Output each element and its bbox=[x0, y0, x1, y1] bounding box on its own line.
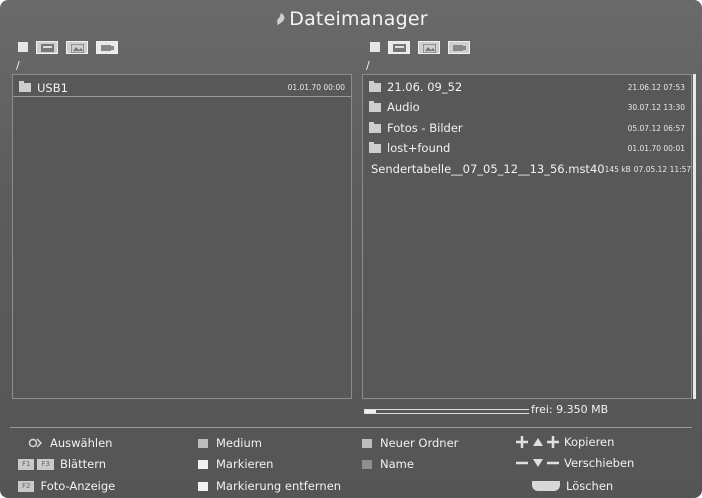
right-media-button-1[interactable] bbox=[388, 40, 410, 54]
right-media-toolbar bbox=[370, 40, 470, 54]
list-item[interactable]: Fotos - Bilder 05.07.12 06:57 bbox=[363, 119, 691, 137]
usb-icon bbox=[453, 44, 466, 51]
legend-markieren-label: Markieren bbox=[216, 457, 274, 471]
left-path: / bbox=[16, 59, 20, 72]
legend-kopieren: Kopieren bbox=[516, 435, 614, 449]
left-file-pane[interactable]: USB1 01.01.70 00:00 bbox=[12, 74, 352, 399]
folder-icon bbox=[369, 100, 381, 112]
left-media-button-1[interactable] bbox=[36, 40, 58, 54]
right-pane-scrollbar[interactable] bbox=[693, 74, 696, 399]
list-item[interactable]: Sendertabelle__07_05_12__13_56.mst40 145… bbox=[363, 160, 691, 178]
folder-icon bbox=[369, 80, 381, 92]
left-media-button-3[interactable] bbox=[96, 40, 118, 54]
hdd-icon bbox=[393, 43, 406, 52]
folder-icon bbox=[369, 141, 381, 153]
ok-key-icon bbox=[28, 438, 42, 448]
f1-key: F1 bbox=[18, 458, 35, 470]
item-date: 05.07.12 06:57 bbox=[627, 123, 685, 133]
legend-medium-label: Medium bbox=[216, 436, 262, 450]
left-media-button-2[interactable] bbox=[66, 40, 88, 54]
item-name: Fotos - Bilder bbox=[387, 121, 463, 135]
free-space-label: frei: 9.350 MB bbox=[531, 403, 609, 416]
white-key-icon bbox=[198, 481, 208, 491]
folder-icon bbox=[369, 121, 381, 133]
legend-blaettern: F1 F3 Blättern bbox=[18, 457, 106, 471]
right-file-pane[interactable]: 21.06. 09_52 21.06.12 07:53 Audio 30.07.… bbox=[362, 74, 692, 399]
legend-verschieben-label: Verschieben bbox=[564, 456, 635, 470]
plus-up-plus-icon bbox=[516, 436, 559, 448]
disk-usage-fill bbox=[365, 410, 377, 413]
disk-usage-bar bbox=[364, 409, 529, 414]
legend-neuer-ordner: Neuer Ordner bbox=[362, 436, 458, 450]
hdd-icon bbox=[41, 43, 54, 52]
left-media-toolbar bbox=[18, 40, 118, 54]
right-media-button-3[interactable] bbox=[448, 40, 470, 54]
item-name: Audio bbox=[387, 100, 420, 114]
item-date: 01.01.70 00:00 bbox=[287, 83, 345, 92]
item-date: 30.07.12 13:30 bbox=[627, 102, 685, 112]
right-media-button-2[interactable] bbox=[418, 40, 440, 54]
list-item[interactable]: lost+found 01.01.70 00:01 bbox=[363, 139, 691, 157]
picture-icon bbox=[423, 43, 436, 53]
legend-foto: F2 Foto-Anzeige bbox=[18, 479, 115, 493]
legend-foto-label: Foto-Anzeige bbox=[40, 479, 116, 493]
left-marker-icon bbox=[18, 42, 28, 52]
legend-loeschen-label: Löschen bbox=[566, 479, 614, 493]
legend-markierung-entfernen: Markierung entfernen bbox=[198, 479, 341, 493]
f3-key: F3 bbox=[37, 458, 54, 470]
legend-name: Name bbox=[362, 457, 414, 471]
legend-loeschen: Löschen bbox=[532, 479, 613, 493]
white-key-icon bbox=[198, 459, 208, 469]
delete-key-icon bbox=[532, 481, 560, 491]
list-item[interactable]: 21.06. 09_52 21.06.12 07:53 bbox=[363, 78, 691, 96]
legend-kopieren-label: Kopieren bbox=[564, 435, 615, 449]
legend-blaettern-label: Blättern bbox=[59, 457, 107, 471]
app-logo-icon bbox=[277, 13, 285, 25]
grey-key-icon bbox=[198, 438, 208, 448]
right-path: / bbox=[366, 59, 370, 72]
legend-name-label: Name bbox=[380, 457, 414, 471]
legend-ok-label: Auswählen bbox=[50, 436, 113, 450]
f2-key: F2 bbox=[18, 480, 35, 492]
legend-markierung-entfernen-label: Markierung entfernen bbox=[216, 479, 342, 493]
legend-ok: Auswählen bbox=[28, 436, 112, 450]
grey-key-icon bbox=[362, 438, 372, 448]
dark-key-icon bbox=[362, 459, 372, 469]
folder-icon bbox=[19, 81, 31, 92]
right-marker-icon bbox=[370, 42, 380, 52]
item-date: 07.05.12 11:57 bbox=[633, 164, 692, 174]
legend-neuer-ordner-label: Neuer Ordner bbox=[380, 436, 459, 450]
item-name: lost+found bbox=[387, 141, 451, 155]
window-title-text: Dateimanager bbox=[289, 8, 428, 30]
item-date: 21.06.12 07:53 bbox=[627, 82, 685, 92]
item-size: 145 kB bbox=[604, 164, 631, 174]
legend-medium: Medium bbox=[198, 436, 262, 450]
legend-divider bbox=[10, 427, 692, 428]
item-date: 01.01.70 00:01 bbox=[627, 143, 685, 153]
usb-icon bbox=[101, 44, 114, 51]
picture-icon bbox=[71, 43, 84, 53]
legend-verschieben: Verschieben bbox=[516, 456, 634, 470]
file-manager-screen: Dateimanager / / USB1 01.01.70 00:00 21.… bbox=[0, 0, 702, 498]
list-item[interactable]: Audio 30.07.12 13:30 bbox=[363, 98, 691, 116]
legend-markieren: Markieren bbox=[198, 457, 273, 471]
item-name: USB1 bbox=[37, 80, 68, 95]
item-name: Sendertabelle__07_05_12__13_56.mst40 bbox=[371, 162, 605, 176]
list-item[interactable]: USB1 01.01.70 00:00 bbox=[13, 79, 351, 97]
window-title: Dateimanager bbox=[0, 8, 702, 30]
item-name: 21.06. 09_52 bbox=[387, 80, 463, 94]
minus-down-minus-icon bbox=[516, 459, 559, 467]
